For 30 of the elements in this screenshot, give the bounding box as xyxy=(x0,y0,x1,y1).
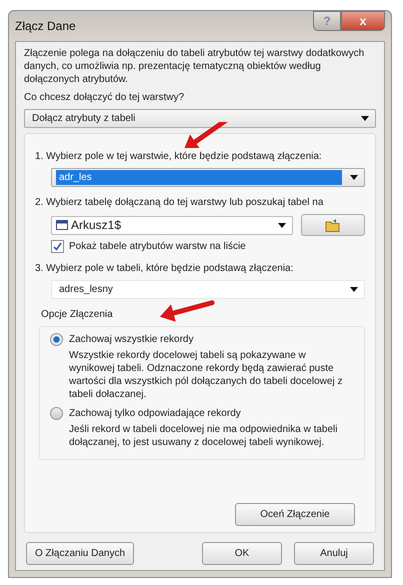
dropdown-caret-icon xyxy=(350,287,358,292)
step-label: 1. Wybierz pole w tej warstwie, które będzie podstawą złączenia: xyxy=(35,150,323,163)
window-title: Złącz Dane xyxy=(15,19,76,33)
table-dropdown[interactable]: Arkusz1$ xyxy=(51,216,293,234)
dropdown-caret-icon xyxy=(361,116,369,121)
step-label: 2. Wybierz tabelę dołączaną do tej warstwy lub poszukaj tabel na xyxy=(35,196,324,209)
radio-label: Zachowaj wszystkie rekordy xyxy=(69,333,194,346)
radio-label: Zachowaj tylko odpowiadające rekordy xyxy=(69,407,241,420)
checkbox-label: Pokaż tabele atrybutów warstw na liście xyxy=(69,240,246,253)
step-label: 3. Wybierz pole w tabeli, które będzie podstawą złączenia: xyxy=(35,262,294,275)
question-label: Co chcesz dołączyć do tej warstwy? xyxy=(24,91,186,104)
radio-button[interactable] xyxy=(50,333,63,346)
options-group-title: Opcje Złączenia xyxy=(41,308,114,321)
about-join-button[interactable]: O Złączaniu Danych xyxy=(26,542,134,565)
evaluate-join-button[interactable]: Oceń Złączenie xyxy=(235,503,355,526)
dropdown-caret-icon xyxy=(350,175,358,180)
folder-icon xyxy=(325,218,341,232)
checkbox[interactable] xyxy=(51,240,64,253)
description-text: Złączenie polega na dołączeniu do tabeli atrybutów tej warstwy dodatkowych danych, co umożliwia np. prezentację tematyczną obiektów według dołączonych atrybutów. xyxy=(24,47,366,86)
dialog-button[interactable]: OK xyxy=(202,542,282,565)
dropdown-caret-icon xyxy=(278,222,286,228)
option-description: Jeśli rekord w tabeli docelowej nie ma odpowiednika w tabeli dołączanej, to jest usuwany z docelowej tabeli wynikowej. xyxy=(69,423,338,449)
field-dropdown[interactable]: adr_les xyxy=(51,168,365,187)
option-description: Wszystkie rekordy docelowej tabeli są pokazywane w wynikowej tabeli. Odznaczone rekordy będą zawierać puste wartości dla wszystkich pól dołączanych do tabeli docelowej z tabeli dołaczanej. xyxy=(69,349,344,401)
radio-button[interactable] xyxy=(50,407,63,420)
field-dropdown[interactable]: adres_lesny xyxy=(51,280,365,299)
table-icon xyxy=(56,220,68,230)
browse-button[interactable] xyxy=(301,214,365,236)
join-type-dropdown[interactable]: Dołącz atrybuty z tabeli xyxy=(24,109,376,128)
dialog-button[interactable]: Anuluj xyxy=(294,542,374,565)
